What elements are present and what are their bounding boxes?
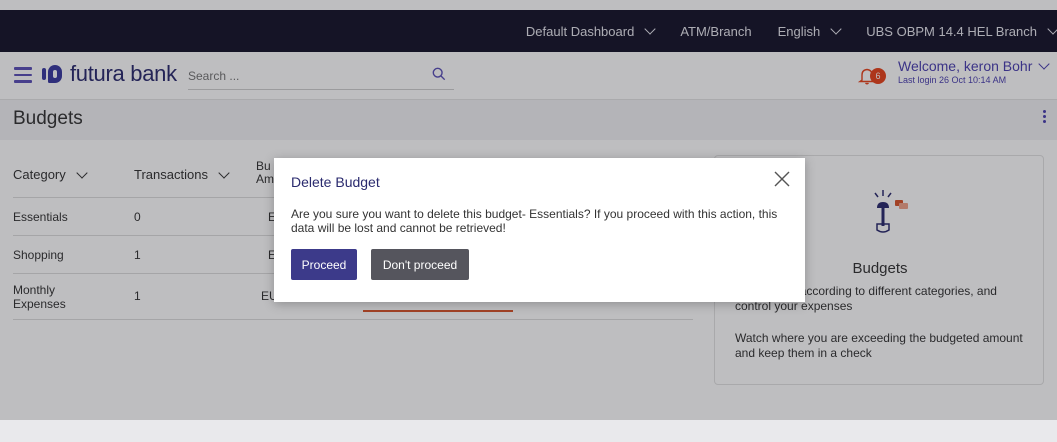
dialog-title: Delete Budget [291, 174, 380, 190]
proceed-button[interactable]: Proceed [291, 249, 357, 280]
delete-budget-dialog: Delete Budget Are you sure you want to d… [274, 158, 805, 302]
close-icon[interactable] [773, 170, 791, 188]
footer-band [0, 420, 1057, 442]
dialog-message: Are you sure you want to delete this bud… [291, 207, 778, 235]
dont-proceed-button[interactable]: Don't proceed [371, 249, 469, 280]
